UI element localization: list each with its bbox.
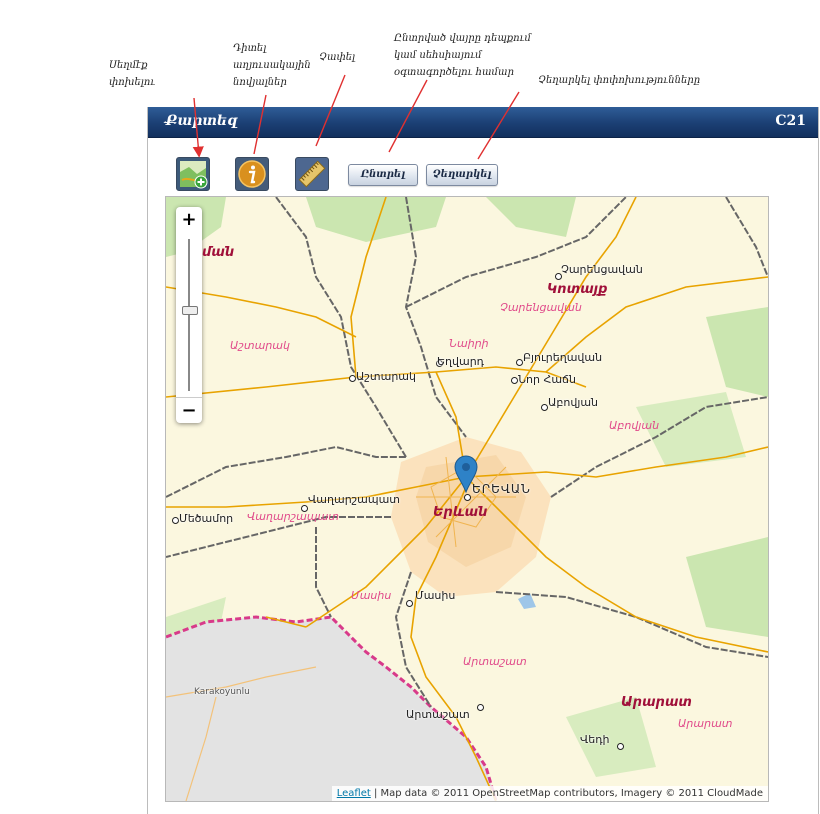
callout-view-tech-info: Դիտել աղյուսակային նովյալներ (233, 43, 311, 88)
map-view[interactable]: + − Չարենցավան Բյուրեղավան Նոր Հաճն Աբով… (165, 196, 769, 802)
city-dot (617, 743, 624, 750)
city-dot (172, 517, 179, 524)
map-city-label: Եղվարդ (437, 355, 484, 368)
map-district-label: Աշտարակ (230, 339, 290, 352)
map-add-layer-icon[interactable] (176, 157, 210, 191)
leaflet-link[interactable]: Leaflet (337, 788, 371, 799)
map-district-label: Մասիս (351, 589, 392, 602)
map-city-label: Նոր Հաճն (518, 373, 576, 386)
map-region-label: Կոտայք (547, 282, 608, 297)
map-city-label: Բյուրեղավան (523, 351, 603, 364)
city-dot (541, 404, 548, 411)
map-city-label: Աշտարակ (356, 370, 416, 383)
map-region-label: Արարատ (621, 695, 692, 710)
info-icon[interactable] (235, 157, 269, 191)
panel-header: Քարտեզ C21 (148, 107, 818, 138)
zoom-control: + − (176, 207, 202, 423)
map-city-label: Մեծամոր (179, 512, 234, 525)
map-panel: Քարտեզ C21 Ընտրել Չեղարկել + − Չարենցավա… (147, 107, 819, 814)
callout-measure: Չափել (319, 52, 356, 63)
zoom-slider-knob[interactable] (182, 306, 198, 316)
map-city-label: Չարենցավան (561, 263, 643, 276)
map-district-label: Աբովյան (609, 419, 660, 432)
select-button[interactable]: Ընտրել (348, 164, 418, 186)
zoom-out-button[interactable]: − (176, 397, 202, 424)
map-region-label: Երևան (433, 505, 488, 520)
map-city-label: Վեդի (580, 733, 610, 746)
map-district-label: Նաիրի (449, 337, 489, 350)
cancel-button[interactable]: Չեղարկել (426, 164, 498, 186)
map-district-label: Չարենցավան (500, 301, 582, 314)
callout-change-layer: Սեղմէք փոխելու (109, 60, 156, 88)
city-dot (464, 494, 471, 501)
callout-cancel: Չեղարկել փոփոխությունները (538, 75, 701, 86)
map-city-label: Աբովյան (548, 396, 599, 409)
city-dot (516, 359, 523, 366)
panel-code: C21 (775, 113, 806, 129)
map-attribution: Leaflet | Map data © 2011 OpenStreetMap … (331, 786, 768, 801)
city-dot (511, 377, 518, 384)
ruler-icon[interactable] (295, 157, 329, 191)
attribution-text: | Map data © 2011 OpenStreetMap contribu… (370, 788, 763, 799)
map-city-label: Արտաշատ (406, 708, 470, 721)
map-district-label: Վաղարշապատ (247, 510, 340, 523)
zoom-in-button[interactable]: + (176, 207, 202, 233)
map-district-label: Արտաշատ (463, 655, 527, 668)
city-dot (406, 600, 413, 607)
map-city-label: Մասիս (415, 589, 456, 602)
map-city-label: Վաղարշապատ (308, 493, 401, 506)
callout-select: Ընտրված վայրը դեպքում կամ սեհսիայում օգտ… (394, 33, 531, 78)
city-dot (349, 375, 356, 382)
city-dot (477, 704, 484, 711)
map-city-label: ԵՐԵՎԱՆ (472, 482, 531, 496)
map-region-label: ման (202, 245, 235, 260)
panel-title: Քարտեզ (165, 113, 238, 129)
map-district-label: Արարատ (678, 717, 733, 730)
map-city-label: Karakoyunlu (194, 687, 250, 697)
